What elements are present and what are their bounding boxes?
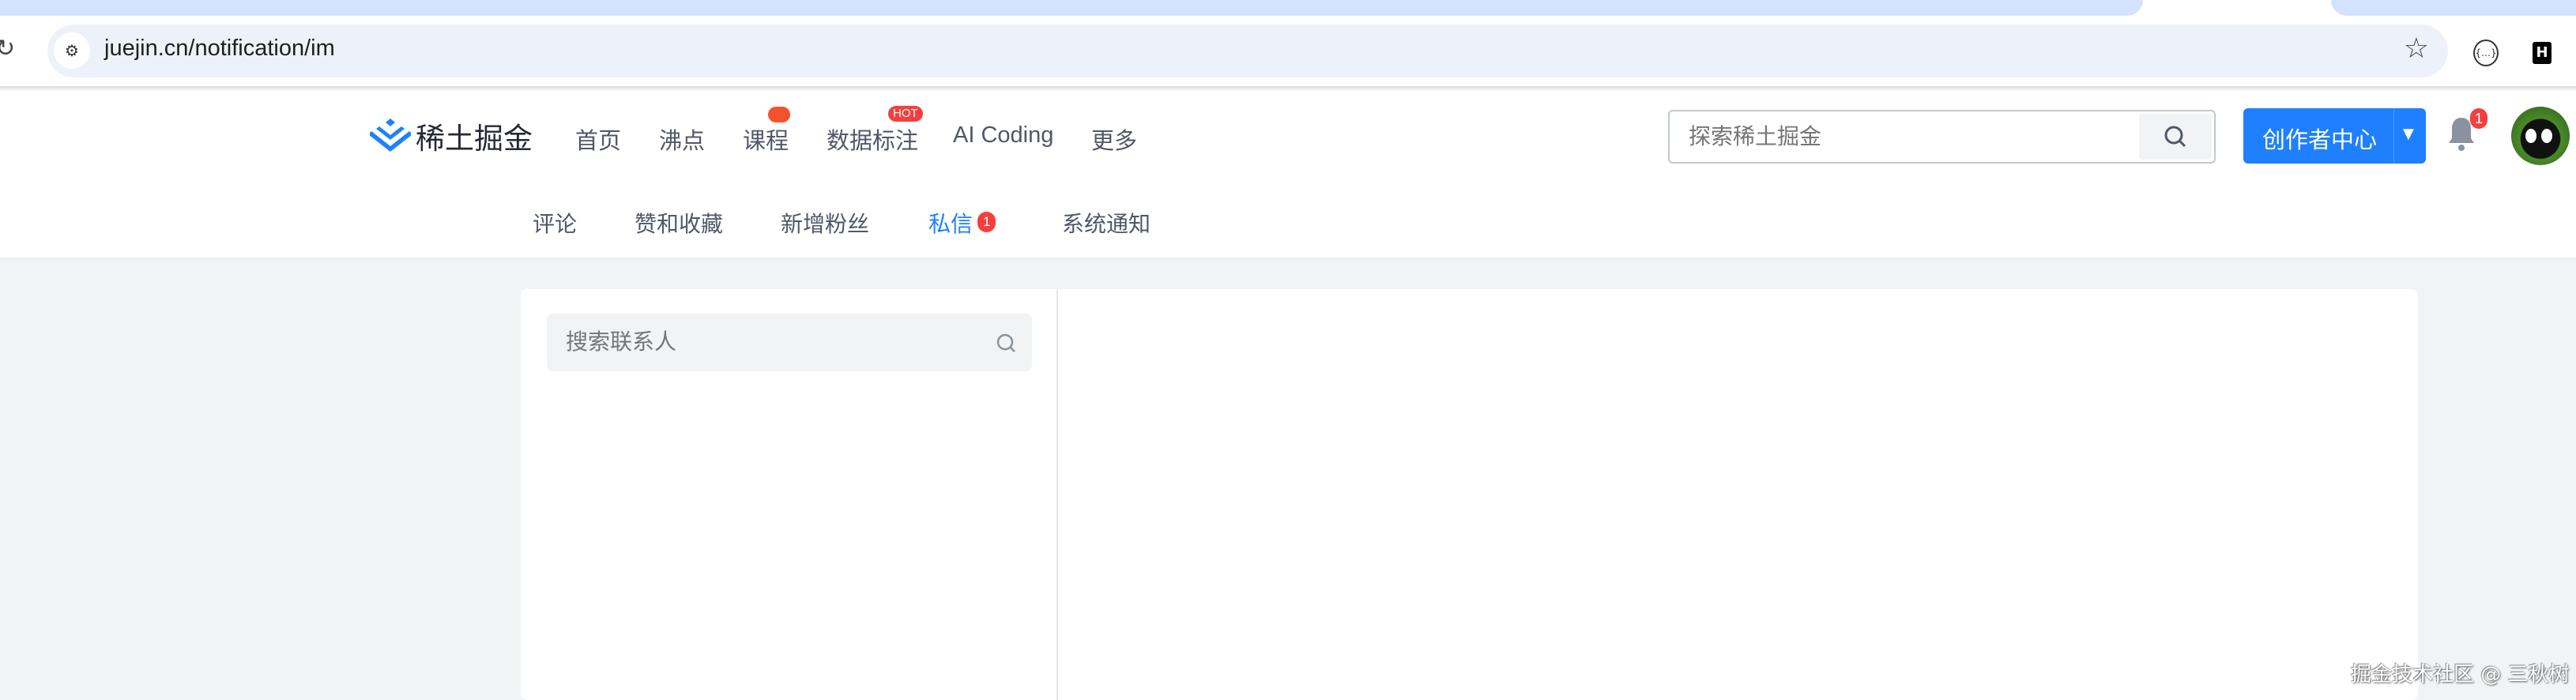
bookmark-star-icon[interactable]: ☆ [2404,32,2429,65]
tab-likes-favorites[interactable]: 赞和收藏 [635,207,723,239]
creator-center-label: 创作者中心 [2262,126,2378,153]
contact-search-input[interactable] [566,329,961,355]
tab-private-messages[interactable]: 私信 [928,207,973,239]
extension-icon[interactable]: {…} [2473,40,2499,66]
private-messages-badge: 1 [977,212,996,232]
course-badge [768,107,790,122]
nav-more[interactable]: 更多 [1091,122,1137,156]
nav-ai-coding[interactable]: AI Coding [953,122,1053,149]
avatar[interactable] [2511,107,2570,165]
logo[interactable]: 稀土掘金 [370,115,533,157]
nav-data-labeling[interactable]: 数据标注 [827,122,918,156]
search-button[interactable] [2139,114,2212,160]
juejin-logo-icon [370,119,411,152]
tab-new-followers[interactable]: 新增粉丝 [781,207,869,239]
browser-tab[interactable] [0,0,2143,16]
im-panel [521,289,2418,700]
panel-divider [1056,289,1058,700]
caret-down-icon[interactable]: ▼ [2403,126,2414,142]
extension-h-icon[interactable]: H [2533,42,2552,64]
tab-comments[interactable]: 评论 [533,207,577,239]
browser-toolbar: ↻ ⚙ juejin.cn/notification/im ☆ {…} H [0,16,2576,88]
browser-tab[interactable] [2331,0,2576,16]
notification-tabs: 评论 赞和收藏 新增粉丝 私信 1 系统通知 [0,190,2576,258]
browser-tab-strip [0,0,2576,16]
search-icon [2164,126,2186,148]
nav-pins[interactable]: 沸点 [659,122,705,156]
site-header: 稀土掘金 首页 沸点 课程 数据标注 HOT AI Coding 更多 创作者中… [0,91,2576,190]
tab-system-notifications[interactable]: 系统通知 [1062,207,1151,239]
logo-text: 稀土掘金 [416,122,533,156]
nav-course[interactable]: 课程 [743,122,789,156]
contact-search [547,314,1032,371]
creator-center-button[interactable]: 创作者中心 ▼ [2243,108,2426,164]
hot-badge: HOT [888,106,923,122]
reload-icon[interactable]: ↻ [0,35,15,62]
watermark: 掘金技术社区 @ 三秋树 [2351,663,2570,687]
search-icon[interactable] [996,333,1018,355]
notification-count-badge: 1 [2470,108,2488,129]
site-settings-icon[interactable]: ⚙ [54,32,90,69]
site-search [1668,110,2216,164]
site-search-input[interactable] [1689,124,2115,149]
nav-home[interactable]: 首页 [575,122,621,156]
url-text[interactable]: juejin.cn/notification/im [104,36,335,62]
address-bar[interactable]: ⚙ juejin.cn/notification/im ☆ [47,24,2448,77]
